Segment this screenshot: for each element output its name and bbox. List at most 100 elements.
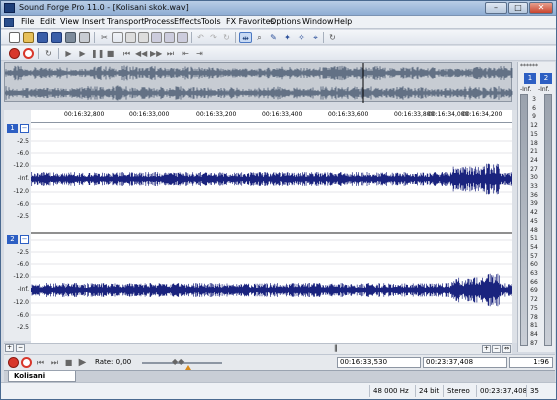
play-all-icon[interactable]: ▶: [63, 48, 74, 59]
zoom-out-button[interactable]: −: [492, 345, 501, 353]
refresh-icon[interactable]: ↻: [327, 32, 338, 43]
go-end-icon[interactable]: ⏭: [165, 48, 176, 59]
cut-icon[interactable]: ✂: [99, 32, 110, 43]
meter-left-value: -Inf.: [520, 86, 532, 93]
close-button[interactable]: ✕: [529, 2, 553, 14]
ruler-tick-label: 00:16:33,200: [196, 111, 237, 118]
menu-edit[interactable]: Edit: [40, 17, 56, 26]
next-marker-icon[interactable]: ⇥: [194, 48, 205, 59]
menu-view[interactable]: View: [60, 17, 79, 26]
loop-icon[interactable]: ↻: [43, 48, 54, 59]
forward-icon[interactable]: ▶▶: [150, 48, 162, 59]
render-icon[interactable]: [65, 32, 76, 43]
menu-file[interactable]: File: [21, 17, 34, 26]
prev-marker-icon[interactable]: ⇤: [180, 48, 191, 59]
envelope-tool-icon[interactable]: ✦: [282, 32, 293, 43]
go-start-icon[interactable]: ⏮: [35, 357, 46, 368]
mix-icon[interactable]: [177, 32, 188, 43]
meter-scale-label: 9: [532, 113, 536, 121]
meter-scale-label: 24: [530, 156, 538, 164]
meter-bar-left: [520, 94, 528, 346]
document-icon[interactable]: [4, 18, 14, 27]
cursor-position-field[interactable]: 00:16:33,530: [337, 357, 421, 368]
trim-icon[interactable]: [164, 32, 175, 43]
level-zoom-in-button[interactable]: +: [5, 344, 14, 352]
edit-tool-icon[interactable]: ⇹: [239, 32, 252, 43]
transport-bar: ⏮ ⏭ ■ ▶ Rate: 0,00 ◆◆ 00:16:33,530 00:23…: [4, 354, 555, 370]
menu-help[interactable]: Help: [334, 17, 352, 26]
zoom-in-button[interactable]: +: [482, 345, 491, 353]
selection-length-field[interactable]: 00:23:37,408: [423, 357, 507, 368]
undo-icon[interactable]: ↶: [195, 32, 206, 43]
go-start-icon[interactable]: ⏮: [121, 48, 132, 59]
zoom-fit-button[interactable]: ⇔: [502, 345, 511, 353]
save-as-icon[interactable]: [51, 32, 62, 43]
open-icon[interactable]: [23, 32, 34, 43]
channel-2-minimize-button[interactable]: −: [20, 235, 29, 244]
ruler-tick-label: 00:16:33,000: [129, 111, 170, 118]
pencil-tool-icon[interactable]: ✎: [268, 32, 279, 43]
record-icon[interactable]: [9, 48, 20, 59]
meter-scale-label: 15: [530, 130, 538, 138]
meter-channel-1[interactable]: 1: [524, 73, 536, 84]
minimize-button[interactable]: –: [485, 2, 507, 14]
meter-scale-label: 36: [530, 191, 538, 199]
title-bar[interactable]: Sound Forge Pro 11.0 - [Kolisani skok.wa…: [1, 1, 556, 16]
meter-scale-label: 6: [532, 104, 536, 112]
repeat-icon[interactable]: ↻: [221, 32, 232, 43]
record-loop-icon[interactable]: [23, 48, 34, 59]
menu-transport[interactable]: Transport: [107, 17, 145, 26]
document-tab[interactable]: Kolisani skok.wav: [8, 371, 76, 390]
zoom-ratio-field[interactable]: 1:96: [509, 357, 553, 368]
horizontal-scrollbar[interactable]: ‖ + − ⇔: [4, 343, 512, 354]
menu-process[interactable]: Process: [144, 17, 174, 26]
channel-2-number[interactable]: 2: [7, 235, 18, 244]
toolbar-separator: [38, 48, 39, 59]
waveform-overview[interactable]: [4, 62, 513, 103]
menu-bar: File Edit View Insert Transport Process …: [1, 16, 556, 29]
meter-scale-label: 12: [530, 122, 538, 130]
waveform-area[interactable]: [30, 123, 513, 343]
print-icon[interactable]: [79, 32, 90, 43]
meter-header: ******: [520, 63, 538, 70]
paste-mix-icon[interactable]: [138, 32, 149, 43]
go-end-icon[interactable]: ⏭: [49, 357, 60, 368]
level-zoom-out-button[interactable]: −: [16, 344, 25, 352]
channel-1-number[interactable]: 1: [7, 124, 18, 133]
overview-channel-1: [4, 65, 513, 81]
crop-icon[interactable]: [151, 32, 162, 43]
channel-1-minimize-button[interactable]: −: [20, 124, 29, 133]
magnify-tool-icon[interactable]: ⌕: [254, 32, 265, 43]
event-edit-icon[interactable]: ⌖: [310, 32, 321, 43]
play-icon[interactable]: ▶: [77, 48, 88, 59]
redo-icon[interactable]: ↷: [208, 32, 219, 43]
stop-icon[interactable]: ■: [105, 48, 116, 59]
rewind-icon[interactable]: ◀◀: [135, 48, 147, 59]
menu-tools[interactable]: Tools: [201, 17, 221, 26]
menu-effects[interactable]: Effects: [174, 17, 201, 26]
pause-icon[interactable]: ❚❚: [91, 48, 104, 59]
toolbar-separator: [323, 32, 324, 43]
menu-options[interactable]: Options: [270, 17, 301, 26]
time-ruler[interactable]: 00:16:32,800 00:16:33,000 00:16:33,200 0…: [31, 110, 512, 123]
event-tool-icon[interactable]: ✧: [296, 32, 307, 43]
standard-toolbar: ✂ ↶ ↷ ↻ ⇹ ⌕ ✎ ✦ ✧ ⌖ ↻: [1, 30, 556, 45]
play-icon[interactable]: ▶: [77, 357, 88, 368]
maximize-button[interactable]: □: [508, 2, 528, 14]
copy-icon[interactable]: [112, 32, 123, 43]
new-icon[interactable]: [9, 32, 20, 43]
stop-icon[interactable]: ■: [63, 357, 74, 368]
playback-rate: Rate: 0,00: [95, 358, 132, 366]
paste-icon[interactable]: [125, 32, 136, 43]
db-label: -12.0: [13, 188, 29, 195]
record-icon[interactable]: [8, 357, 19, 368]
menu-fx-favorites[interactable]: FX Favorites: [226, 17, 275, 26]
meter-scale-label: 72: [530, 296, 538, 304]
app-icon: [4, 3, 15, 13]
record-loop-icon[interactable]: [21, 357, 32, 368]
meter-channel-2[interactable]: 2: [540, 73, 552, 84]
pause-mark: ‖: [334, 344, 338, 352]
menu-window[interactable]: Window: [302, 17, 334, 26]
save-icon[interactable]: [37, 32, 48, 43]
menu-insert[interactable]: Insert: [82, 17, 105, 26]
